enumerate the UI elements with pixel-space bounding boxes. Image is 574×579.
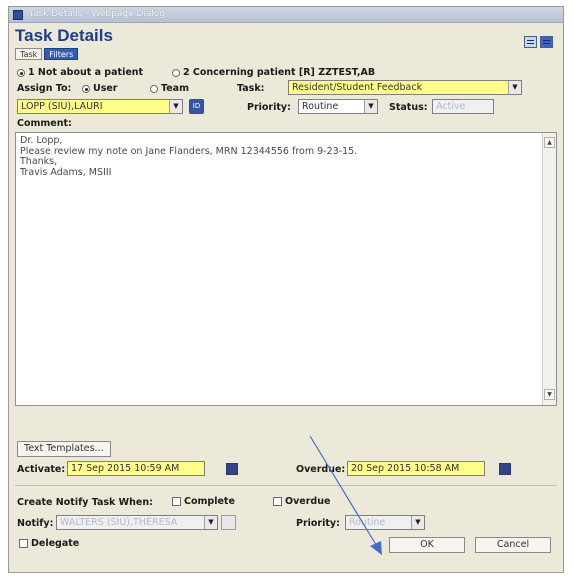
annotation-arrow-line: [309, 435, 379, 549]
annotation-arrow-head: [370, 541, 382, 555]
annotation-arrow: [309, 435, 382, 555]
